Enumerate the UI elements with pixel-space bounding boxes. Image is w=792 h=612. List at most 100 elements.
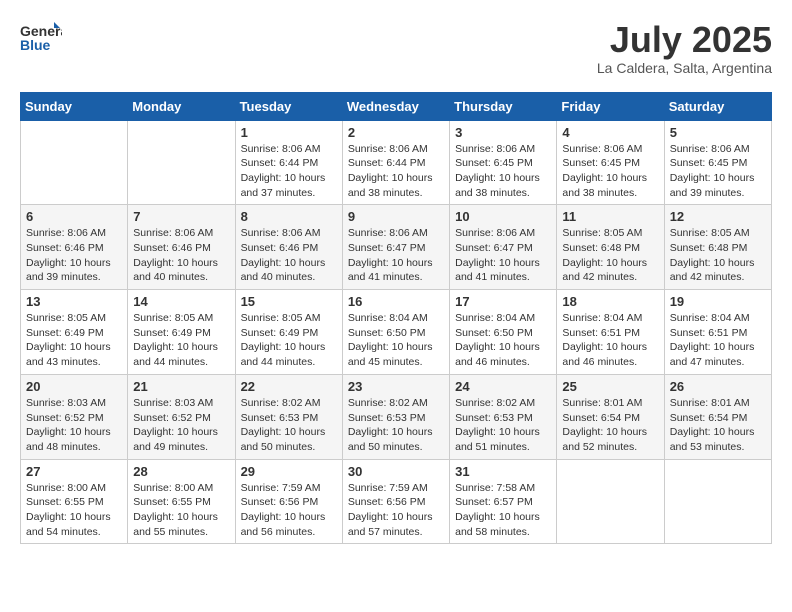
week-row-3: 13 Sunrise: 8:05 AMSunset: 6:49 PMDayligh… [21, 290, 772, 375]
day-number: 13 [26, 294, 122, 309]
cell-info: Sunrise: 8:05 AMSunset: 6:49 PMDaylight:… [241, 311, 337, 370]
weekday-saturday: Saturday [664, 92, 771, 120]
day-number: 18 [562, 294, 658, 309]
day-number: 4 [562, 125, 658, 140]
day-number: 30 [348, 464, 444, 479]
cell-info: Sunrise: 8:06 AMSunset: 6:46 PMDaylight:… [26, 226, 122, 285]
cell-info: Sunrise: 7:58 AMSunset: 6:57 PMDaylight:… [455, 481, 551, 540]
title-block: July 2025 La Caldera, Salta, Argentina [597, 20, 772, 76]
day-number: 11 [562, 209, 658, 224]
calendar-cell: 13 Sunrise: 8:05 AMSunset: 6:49 PMDayligh… [21, 290, 128, 375]
cell-info: Sunrise: 8:03 AMSunset: 6:52 PMDaylight:… [133, 396, 229, 455]
cell-info: Sunrise: 8:02 AMSunset: 6:53 PMDaylight:… [348, 396, 444, 455]
day-number: 24 [455, 379, 551, 394]
cell-info: Sunrise: 8:06 AMSunset: 6:46 PMDaylight:… [133, 226, 229, 285]
day-number: 3 [455, 125, 551, 140]
cell-info: Sunrise: 8:04 AMSunset: 6:50 PMDaylight:… [348, 311, 444, 370]
day-number: 10 [455, 209, 551, 224]
calendar-cell: 18 Sunrise: 8:04 AMSunset: 6:51 PMDayligh… [557, 290, 664, 375]
day-number: 19 [670, 294, 766, 309]
cell-info: Sunrise: 8:04 AMSunset: 6:51 PMDaylight:… [670, 311, 766, 370]
calendar-cell [128, 120, 235, 205]
weekday-wednesday: Wednesday [342, 92, 449, 120]
week-row-5: 27 Sunrise: 8:00 AMSunset: 6:55 PMDayligh… [21, 459, 772, 544]
day-number: 29 [241, 464, 337, 479]
day-number: 22 [241, 379, 337, 394]
calendar-cell: 7 Sunrise: 8:06 AMSunset: 6:46 PMDaylight… [128, 205, 235, 290]
cell-info: Sunrise: 8:06 AMSunset: 6:44 PMDaylight:… [348, 142, 444, 201]
day-number: 7 [133, 209, 229, 224]
calendar-cell: 6 Sunrise: 8:06 AMSunset: 6:46 PMDaylight… [21, 205, 128, 290]
day-number: 5 [670, 125, 766, 140]
cell-info: Sunrise: 8:02 AMSunset: 6:53 PMDaylight:… [241, 396, 337, 455]
weekday-friday: Friday [557, 92, 664, 120]
cell-info: Sunrise: 8:03 AMSunset: 6:52 PMDaylight:… [26, 396, 122, 455]
cell-info: Sunrise: 8:06 AMSunset: 6:45 PMDaylight:… [455, 142, 551, 201]
calendar-cell: 23Sunrise: 8:02 AMSunset: 6:53 PMDayligh… [342, 374, 449, 459]
weekday-header-row: SundayMondayTuesdayWednesdayThursdayFrid… [21, 92, 772, 120]
day-number: 17 [455, 294, 551, 309]
day-number: 14 [133, 294, 229, 309]
calendar-cell: 27 Sunrise: 8:00 AMSunset: 6:55 PMDayligh… [21, 459, 128, 544]
calendar-cell: 12 Sunrise: 8:05 AMSunset: 6:48 PMDayligh… [664, 205, 771, 290]
calendar-cell: 15 Sunrise: 8:05 AMSunset: 6:49 PMDayligh… [235, 290, 342, 375]
cell-info: Sunrise: 8:06 AMSunset: 6:46 PMDaylight:… [241, 226, 337, 285]
day-number: 25 [562, 379, 658, 394]
logo-svg: General Blue [20, 20, 62, 56]
calendar-cell: 21Sunrise: 8:03 AMSunset: 6:52 PMDayligh… [128, 374, 235, 459]
cell-info: Sunrise: 7:59 AMSunset: 6:56 PMDaylight:… [348, 481, 444, 540]
weekday-tuesday: Tuesday [235, 92, 342, 120]
day-number: 2 [348, 125, 444, 140]
day-number: 8 [241, 209, 337, 224]
day-number: 9 [348, 209, 444, 224]
calendar-cell [21, 120, 128, 205]
cell-info: Sunrise: 7:59 AMSunset: 6:56 PMDaylight:… [241, 481, 337, 540]
day-number: 16 [348, 294, 444, 309]
cell-info: Sunrise: 8:06 AMSunset: 6:45 PMDaylight:… [670, 142, 766, 201]
weekday-sunday: Sunday [21, 92, 128, 120]
calendar-cell: 16 Sunrise: 8:04 AMSunset: 6:50 PMDayligh… [342, 290, 449, 375]
cell-info: Sunrise: 8:00 AMSunset: 6:55 PMDaylight:… [26, 481, 122, 540]
calendar-cell: 30 Sunrise: 7:59 AMSunset: 6:56 PMDayligh… [342, 459, 449, 544]
cell-info: Sunrise: 8:05 AMSunset: 6:49 PMDaylight:… [26, 311, 122, 370]
cell-info: Sunrise: 8:06 AMSunset: 6:47 PMDaylight:… [348, 226, 444, 285]
weekday-monday: Monday [128, 92, 235, 120]
svg-text:Blue: Blue [20, 37, 51, 53]
day-number: 12 [670, 209, 766, 224]
calendar-cell: 14Sunrise: 8:05 AMSunset: 6:49 PMDayligh… [128, 290, 235, 375]
calendar-cell: 8 Sunrise: 8:06 AMSunset: 6:46 PMDaylight… [235, 205, 342, 290]
calendar-cell: 1Sunrise: 8:06 AMSunset: 6:44 PMDaylight… [235, 120, 342, 205]
day-number: 20 [26, 379, 122, 394]
cell-info: Sunrise: 8:04 AMSunset: 6:50 PMDaylight:… [455, 311, 551, 370]
calendar-cell: 2 Sunrise: 8:06 AMSunset: 6:44 PMDaylight… [342, 120, 449, 205]
calendar-cell [664, 459, 771, 544]
cell-info: Sunrise: 8:01 AMSunset: 6:54 PMDaylight:… [562, 396, 658, 455]
calendar-cell: 10 Sunrise: 8:06 AMSunset: 6:47 PMDayligh… [450, 205, 557, 290]
logo: General Blue [20, 20, 62, 56]
cell-info: Sunrise: 8:05 AMSunset: 6:48 PMDaylight:… [562, 226, 658, 285]
day-number: 6 [26, 209, 122, 224]
calendar-cell: 26Sunrise: 8:01 AMSunset: 6:54 PMDayligh… [664, 374, 771, 459]
day-number: 1 [241, 125, 337, 140]
week-row-2: 6 Sunrise: 8:06 AMSunset: 6:46 PMDaylight… [21, 205, 772, 290]
calendar-cell: 11 Sunrise: 8:05 AMSunset: 6:48 PMDayligh… [557, 205, 664, 290]
day-number: 15 [241, 294, 337, 309]
cell-info: Sunrise: 8:05 AMSunset: 6:48 PMDaylight:… [670, 226, 766, 285]
calendar-cell: 29 Sunrise: 7:59 AMSunset: 6:56 PMDayligh… [235, 459, 342, 544]
weekday-thursday: Thursday [450, 92, 557, 120]
cell-info: Sunrise: 8:06 AMSunset: 6:47 PMDaylight:… [455, 226, 551, 285]
calendar-cell: 24 Sunrise: 8:02 AMSunset: 6:53 PMDayligh… [450, 374, 557, 459]
calendar-cell: 3 Sunrise: 8:06 AMSunset: 6:45 PMDaylight… [450, 120, 557, 205]
month-title: July 2025 [597, 20, 772, 60]
calendar-cell: 19 Sunrise: 8:04 AMSunset: 6:51 PMDayligh… [664, 290, 771, 375]
day-number: 31 [455, 464, 551, 479]
page-header: General Blue July 2025 La Caldera, Salta… [20, 20, 772, 76]
calendar-cell: 5 Sunrise: 8:06 AMSunset: 6:45 PMDaylight… [664, 120, 771, 205]
calendar-cell [557, 459, 664, 544]
day-number: 28 [133, 464, 229, 479]
cell-info: Sunrise: 8:04 AMSunset: 6:51 PMDaylight:… [562, 311, 658, 370]
calendar-cell: 9 Sunrise: 8:06 AMSunset: 6:47 PMDaylight… [342, 205, 449, 290]
day-number: 27 [26, 464, 122, 479]
cell-info: Sunrise: 8:02 AMSunset: 6:53 PMDaylight:… [455, 396, 551, 455]
location: La Caldera, Salta, Argentina [597, 60, 772, 76]
